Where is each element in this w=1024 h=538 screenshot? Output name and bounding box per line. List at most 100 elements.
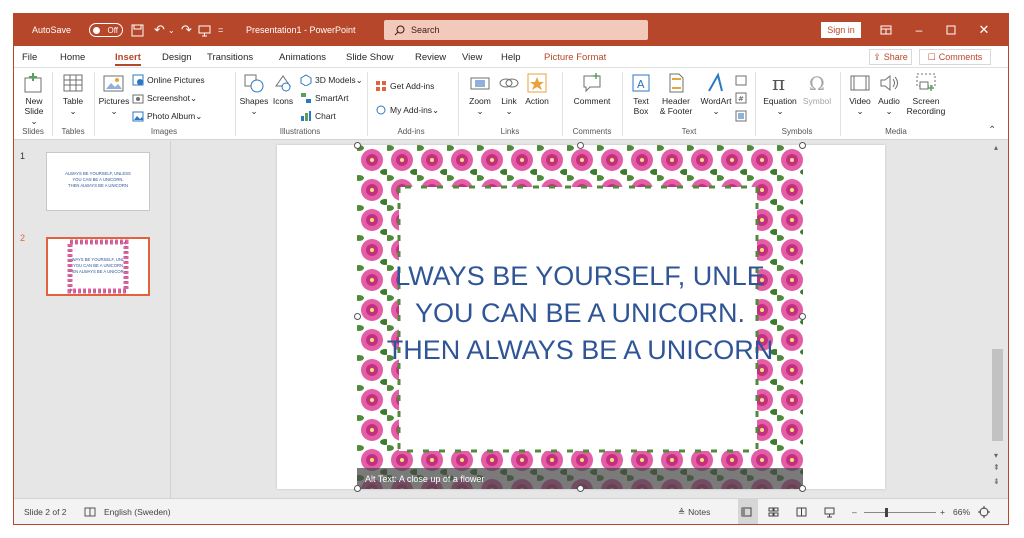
slide-thumbnail-1[interactable]: ALWAYS BE YOURSELF, UNLESS YOU CAN BE A … bbox=[46, 152, 150, 211]
new-slide-button[interactable]: New Slide ⌄ bbox=[20, 72, 48, 126]
tab-view[interactable]: View bbox=[462, 46, 482, 68]
equation-button[interactable]: π Equation ⌄ bbox=[760, 72, 800, 116]
tab-design[interactable]: Design bbox=[162, 46, 192, 68]
icons-button[interactable]: Icons bbox=[270, 72, 296, 106]
slide-sorter-icon[interactable] bbox=[768, 499, 783, 524]
wordart-label: WordArt bbox=[700, 96, 732, 106]
fit-slide-icon[interactable] bbox=[978, 499, 994, 524]
slide-title-text[interactable]: LWAYS BE YOURSELF, UNLE YOU CAN BE A UNI… bbox=[357, 258, 803, 369]
thumb-1-line-2: YOU CAN BE A UNICORN. bbox=[72, 177, 124, 182]
redo-icon[interactable]: ↷ bbox=[181, 14, 192, 46]
resize-handle-e[interactable] bbox=[799, 313, 806, 320]
pictures-button[interactable]: Pictures ⌄ bbox=[97, 72, 131, 116]
symbol-button[interactable]: Ω Symbol bbox=[800, 72, 834, 106]
scroll-up-icon[interactable]: ▴ bbox=[994, 143, 998, 152]
link-button[interactable]: Link ⌄ bbox=[497, 72, 521, 116]
video-button[interactable]: Video ⌄ bbox=[846, 72, 874, 116]
next-slide-icon[interactable]: ⇟ bbox=[993, 477, 1000, 486]
my-add-ins-button[interactable]: My Add-ins ⌄ bbox=[375, 102, 439, 118]
tab-review[interactable]: Review bbox=[415, 46, 446, 68]
resize-handle-nw[interactable] bbox=[354, 142, 361, 149]
vertical-scrollbar[interactable]: ▴ ▾ ⇞ ⇟ bbox=[988, 141, 1008, 498]
zoom-out-icon[interactable]: – bbox=[852, 499, 857, 524]
header-footer-button[interactable]: Header & Footer bbox=[656, 72, 696, 116]
tab-transitions[interactable]: Transitions bbox=[207, 46, 253, 68]
scroll-down-icon[interactable]: ▾ bbox=[994, 451, 998, 460]
tab-home[interactable]: Home bbox=[60, 46, 85, 68]
slide-thumbnail-2[interactable]: WAYS BE YOURSELF, UNL YOU CAN BE A UNICO… bbox=[46, 237, 150, 296]
screen-recording-label: Screen bbox=[912, 96, 940, 106]
save-icon[interactable] bbox=[131, 14, 144, 46]
screen-recording-button[interactable]: Screen Recording bbox=[904, 72, 948, 116]
slide-number-icon[interactable]: # bbox=[735, 90, 750, 106]
share-button[interactable]: ⇪ Share bbox=[869, 49, 912, 65]
date-time-icon[interactable] bbox=[735, 72, 750, 88]
audio-button[interactable]: Audio ⌄ bbox=[875, 72, 903, 116]
zoom-slider[interactable] bbox=[864, 499, 936, 524]
svg-text:A: A bbox=[637, 78, 645, 91]
minimize-icon[interactable]: – bbox=[904, 14, 934, 46]
tab-animations[interactable]: Animations bbox=[279, 46, 326, 68]
screen-recording-label-2: Recording bbox=[906, 106, 946, 116]
normal-view-icon[interactable] bbox=[738, 499, 758, 524]
screenshot-button[interactable]: Screenshot ⌄ bbox=[132, 90, 197, 106]
accessibility-icon[interactable] bbox=[84, 499, 100, 524]
resize-handle-w[interactable] bbox=[354, 313, 361, 320]
customize-qat-icon[interactable]: = bbox=[218, 14, 223, 46]
flower-frame-picture[interactable]: LWAYS BE YOURSELF, UNLE YOU CAN BE A UNI… bbox=[357, 145, 803, 489]
resize-handle-sw[interactable] bbox=[354, 485, 361, 492]
close-icon[interactable]: ✕ bbox=[969, 14, 999, 46]
tab-insert[interactable]: Insert bbox=[115, 46, 141, 68]
resize-handle-se[interactable] bbox=[799, 485, 806, 492]
powerpoint-window: AutoSave Off ↶ ⌄ ↷ = Presentation1 - Pow… bbox=[13, 13, 1009, 525]
comments-button[interactable]: ☐ Comments bbox=[919, 49, 991, 65]
object-icon[interactable] bbox=[735, 108, 750, 124]
tab-picture-format[interactable]: Picture Format bbox=[544, 46, 606, 68]
group-text-label: Text bbox=[681, 127, 697, 136]
insert-ribbon: New Slide ⌄ Slides Table ⌄ Tables Pictures… bbox=[14, 68, 1008, 140]
zoom-in-icon[interactable]: + bbox=[940, 499, 945, 524]
smartart-button[interactable]: SmartArt bbox=[300, 90, 349, 106]
icons-label: Icons bbox=[272, 96, 294, 106]
action-button[interactable]: Action bbox=[522, 72, 552, 106]
text-box-button[interactable]: A Text Box bbox=[629, 72, 653, 116]
shapes-button[interactable]: Shapes ⌄ bbox=[239, 72, 269, 116]
3d-models-button[interactable]: 3D Models ⌄ bbox=[300, 72, 363, 88]
chart-button[interactable]: Chart bbox=[300, 108, 336, 124]
maximize-icon[interactable] bbox=[936, 14, 966, 46]
previous-slide-icon[interactable]: ⇞ bbox=[993, 463, 1000, 472]
start-presentation-icon[interactable] bbox=[198, 14, 211, 46]
slide-show-icon[interactable] bbox=[824, 499, 839, 524]
autosave-toggle[interactable]: Off bbox=[89, 23, 123, 37]
undo-icon[interactable]: ↶ bbox=[154, 14, 165, 46]
header-footer-icon bbox=[669, 73, 684, 93]
tab-slide-show[interactable]: Slide Show bbox=[346, 46, 394, 68]
tab-file[interactable]: File bbox=[22, 46, 37, 68]
search-box[interactable]: Search bbox=[384, 20, 648, 40]
wordart-button[interactable]: WordArt ⌄ bbox=[698, 72, 734, 116]
zoom-level[interactable]: 66% bbox=[953, 499, 970, 524]
undo-dropdown-icon[interactable]: ⌄ bbox=[168, 14, 175, 46]
resize-handle-s[interactable] bbox=[577, 485, 584, 492]
notes-label: Notes bbox=[688, 507, 711, 517]
collapse-ribbon-icon[interactable]: ⌃ bbox=[988, 122, 996, 138]
scrollbar-thumb[interactable] bbox=[992, 349, 1003, 441]
comment-button[interactable]: Comment bbox=[572, 72, 612, 106]
resize-handle-n[interactable] bbox=[577, 142, 584, 149]
notes-button[interactable]: ≜ Notes bbox=[678, 499, 711, 524]
photo-album-button[interactable]: Photo Album ⌄ bbox=[132, 108, 202, 124]
reading-view-icon[interactable] bbox=[796, 499, 811, 524]
zoom-button[interactable]: Zoom ⌄ bbox=[466, 72, 494, 116]
ribbon-display-options-icon[interactable] bbox=[871, 14, 901, 46]
get-add-ins-button[interactable]: Get Add-ins bbox=[375, 78, 434, 94]
text-box-icon: A bbox=[632, 74, 650, 92]
online-pictures-button[interactable]: Online Pictures bbox=[132, 72, 205, 88]
resize-handle-ne[interactable] bbox=[799, 142, 806, 149]
tab-help[interactable]: Help bbox=[501, 46, 521, 68]
table-button[interactable]: Table ⌄ bbox=[58, 72, 88, 116]
language-indicator[interactable]: English (Sweden) bbox=[104, 499, 171, 524]
slide-canvas[interactable]: LWAYS BE YOURSELF, UNLE YOU CAN BE A UNI… bbox=[277, 142, 885, 492]
group-separator bbox=[52, 72, 53, 136]
slide-number-2: 2 bbox=[20, 233, 26, 243]
sign-in-button[interactable]: Sign in bbox=[821, 22, 861, 38]
